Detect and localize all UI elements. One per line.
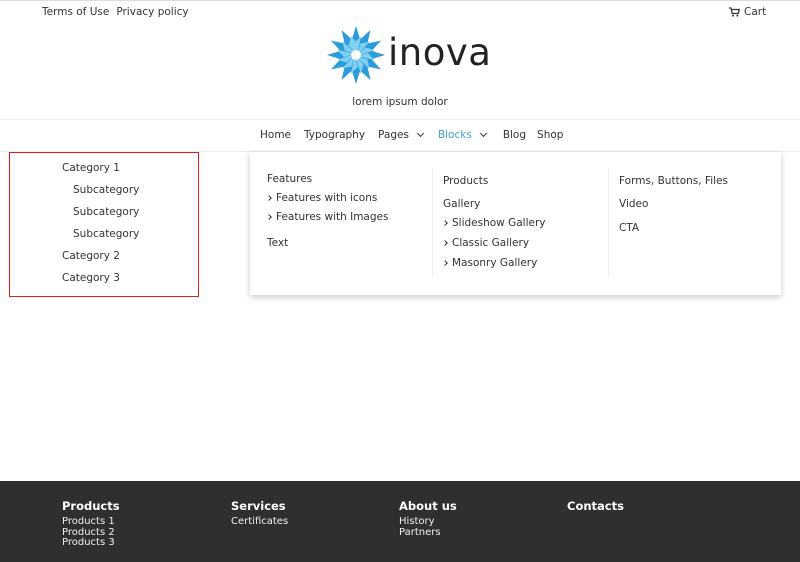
footer-heading-contacts: Contacts bbox=[567, 499, 624, 513]
menu-forms-buttons-files-label: Forms, Buttons, Files bbox=[619, 175, 728, 187]
menu-cta[interactable]: CTA bbox=[619, 222, 639, 234]
category-1[interactable]: Category 1 bbox=[62, 162, 120, 174]
menu-products-label: Products bbox=[443, 175, 489, 187]
privacy-policy-link[interactable]: Privacy policy bbox=[116, 6, 188, 18]
nav-shop-label: Shop bbox=[537, 129, 564, 141]
nav-blog-label: Blog bbox=[502, 129, 527, 141]
chevron-right-icon bbox=[266, 214, 272, 220]
footer-link-history[interactable]: History bbox=[399, 516, 457, 528]
menu-masonry-gallery[interactable]: Masonry Gallery bbox=[442, 257, 538, 269]
chevron-right-icon bbox=[442, 260, 448, 266]
chevron-down-icon bbox=[479, 129, 487, 138]
category-3[interactable]: Category 3 bbox=[62, 272, 120, 284]
starburst-logo-icon bbox=[327, 26, 385, 84]
menu-masonry-gallery-label: Masonry Gallery bbox=[452, 257, 538, 269]
nav-blocks[interactable]: Blocks bbox=[437, 129, 487, 141]
menu-features-label: Features bbox=[267, 173, 313, 185]
menu-features-with-images-label: Features with Images bbox=[276, 211, 389, 223]
chevron-right-icon bbox=[442, 220, 448, 226]
footer-link-products-3[interactable]: Products 3 bbox=[62, 537, 120, 549]
menu-forms-buttons-files[interactable]: Forms, Buttons, Files bbox=[619, 175, 728, 187]
nav-typography[interactable]: Typography bbox=[304, 129, 365, 141]
brand-logo[interactable]: inova bbox=[326, 25, 491, 85]
menu-features-with-icons-label: Features with icons bbox=[276, 192, 378, 204]
menu-classic-gallery[interactable]: Classic Gallery bbox=[442, 237, 530, 249]
brand-tagline: lorem ipsum dolor bbox=[352, 96, 448, 108]
category-list: Category 1 Subcategory Subcategory Subca… bbox=[9, 152, 199, 297]
column-divider bbox=[432, 169, 433, 277]
nav-typography-label: Typography bbox=[304, 129, 366, 141]
menu-classic-gallery-label: Classic Gallery bbox=[452, 237, 530, 249]
top-links: Terms of Use Privacy policy bbox=[42, 6, 189, 18]
blocks-mega-menu: Features Features with icons Features wi… bbox=[250, 152, 781, 295]
menu-slideshow-gallery-label: Slideshow Gallery bbox=[452, 217, 546, 229]
footer-column-services: Services Certificates bbox=[231, 499, 288, 528]
cart-icon bbox=[729, 7, 740, 17]
footer-link-partners[interactable]: Partners bbox=[399, 527, 457, 539]
nav-home-label: Home bbox=[260, 129, 292, 141]
nav-shop[interactable]: Shop bbox=[537, 129, 563, 141]
nav-home[interactable]: Home bbox=[260, 129, 291, 141]
menu-cta-label: CTA bbox=[619, 222, 640, 234]
terms-of-use-link[interactable]: Terms of Use bbox=[42, 6, 109, 18]
menu-video-label: Video bbox=[619, 198, 649, 210]
nav-pages-label: Pages bbox=[378, 129, 409, 141]
subcategory-2[interactable]: Subcategory bbox=[73, 206, 139, 218]
brand-name: inova bbox=[388, 30, 492, 74]
cart-label: Cart bbox=[744, 6, 767, 18]
footer-heading-services: Services bbox=[231, 499, 286, 513]
column-divider bbox=[608, 169, 609, 277]
menu-gallery-label: Gallery bbox=[443, 198, 481, 210]
nav-blocks-label: Blocks bbox=[437, 129, 472, 141]
subcategory-3[interactable]: Subcategory bbox=[73, 228, 139, 240]
menu-slideshow-gallery[interactable]: Slideshow Gallery bbox=[442, 217, 546, 229]
menu-features-with-icons[interactable]: Features with icons bbox=[266, 192, 378, 204]
site-footer: Products Products 1 Products 2 Products … bbox=[0, 481, 800, 562]
menu-text-label: Text bbox=[267, 237, 289, 249]
footer-heading-products: Products bbox=[62, 499, 120, 513]
category-2[interactable]: Category 2 bbox=[62, 250, 120, 262]
chevron-down-icon bbox=[416, 129, 424, 138]
menu-text[interactable]: Text bbox=[267, 237, 288, 249]
footer-column-products: Products Products 1 Products 2 Products … bbox=[62, 499, 120, 549]
nav-pages[interactable]: Pages bbox=[378, 129, 424, 141]
main-nav: Home Typography Pages Blocks Blog Shop bbox=[260, 129, 576, 141]
chevron-right-icon bbox=[442, 240, 448, 246]
menu-products[interactable]: Products bbox=[443, 175, 488, 187]
subcategory-1[interactable]: Subcategory bbox=[73, 184, 139, 196]
nav-divider-top bbox=[0, 119, 800, 120]
menu-features[interactable]: Features bbox=[267, 173, 312, 185]
footer-link-certificates[interactable]: Certificates bbox=[231, 516, 288, 528]
menu-video[interactable]: Video bbox=[619, 198, 648, 210]
nav-blog[interactable]: Blog bbox=[503, 129, 526, 141]
menu-features-with-images[interactable]: Features with Images bbox=[266, 211, 389, 223]
footer-column-contacts: Contacts bbox=[567, 499, 624, 517]
footer-heading-about: About us bbox=[399, 499, 457, 513]
chevron-right-icon bbox=[266, 195, 272, 201]
menu-gallery[interactable]: Gallery bbox=[443, 198, 480, 210]
cart-link[interactable]: Cart bbox=[729, 6, 766, 18]
top-border bbox=[0, 0, 800, 1]
footer-link-products-1[interactable]: Products 1 bbox=[62, 516, 120, 528]
footer-column-about: About us History Partners bbox=[399, 499, 457, 538]
